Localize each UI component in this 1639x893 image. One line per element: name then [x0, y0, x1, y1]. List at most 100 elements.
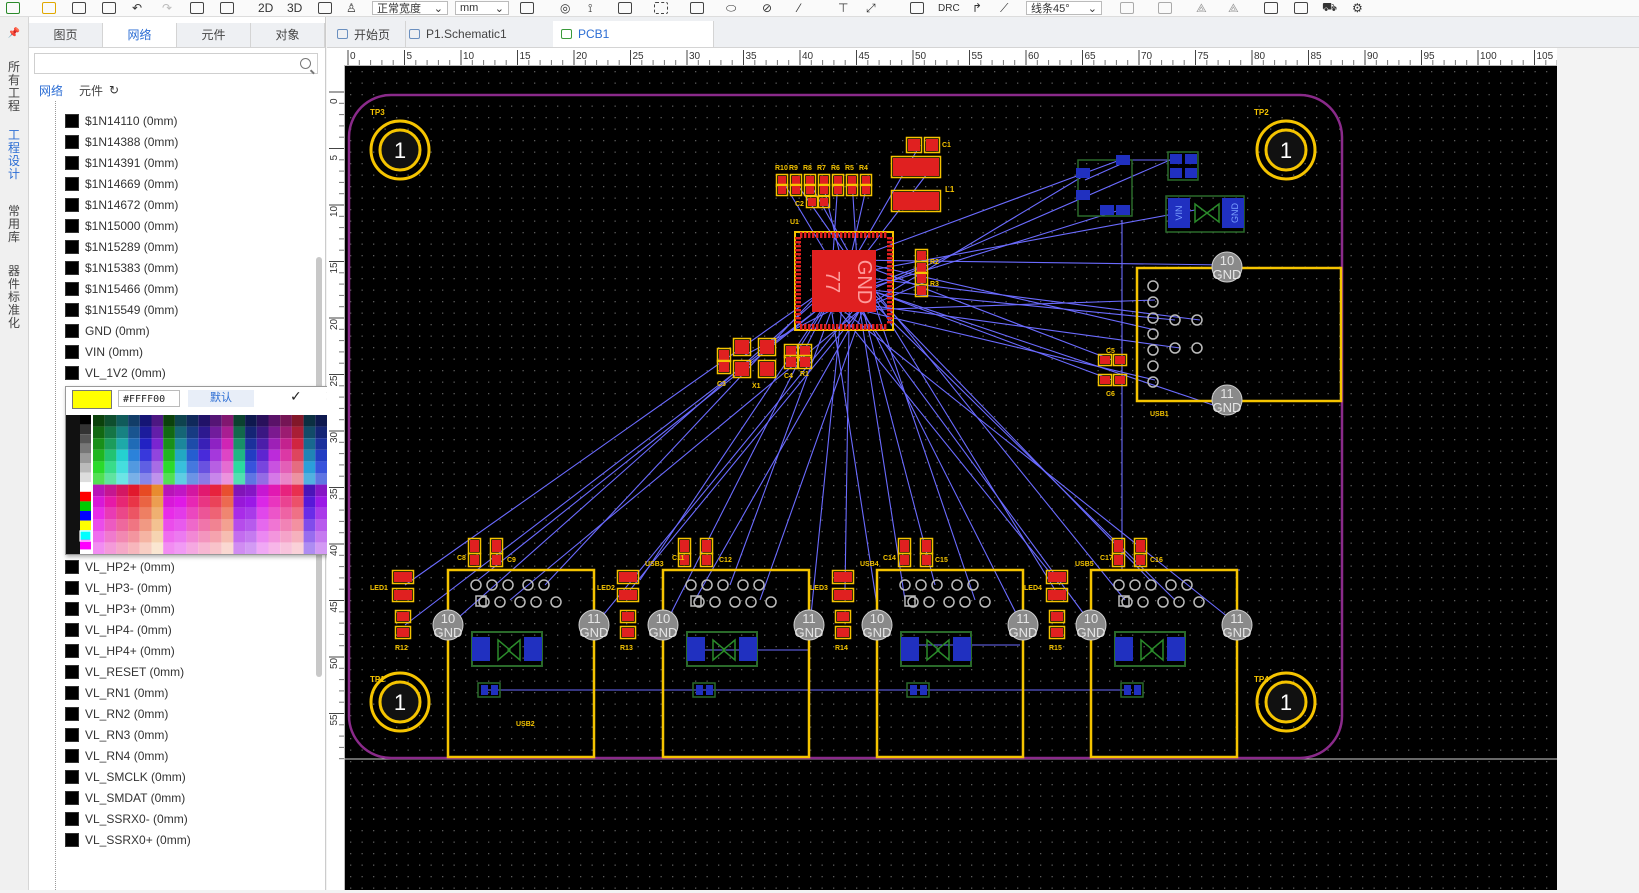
gnd-pad[interactable]: 11GND — [1211, 384, 1243, 416]
palette-swatch[interactable] — [163, 496, 175, 508]
palette-swatch[interactable] — [116, 531, 129, 543]
capacitor[interactable] — [1112, 353, 1128, 367]
palette-swatch[interactable] — [303, 496, 316, 508]
palette-swatch[interactable] — [291, 507, 304, 520]
subtab-components[interactable]: 元件 — [79, 82, 103, 99]
settings-gear-icon[interactable]: ⚙ — [1352, 0, 1363, 16]
palette-swatch[interactable] — [210, 438, 222, 450]
net-list-item[interactable]: $1N15549 (0mm) — [53, 299, 178, 320]
palette-swatch[interactable] — [163, 531, 175, 543]
palette-swatch[interactable] — [151, 461, 164, 473]
palette-swatch[interactable] — [128, 438, 140, 450]
palette-swatch[interactable] — [303, 461, 316, 473]
palette-swatch[interactable] — [233, 542, 246, 554]
palette-swatch[interactable] — [303, 473, 316, 485]
resistor[interactable] — [834, 609, 852, 624]
palette-swatch[interactable] — [186, 449, 199, 462]
measure-icon[interactable] — [220, 0, 234, 16]
palette-swatch[interactable] — [245, 473, 257, 485]
palette-swatch[interactable] — [116, 415, 129, 427]
palette-swatch[interactable] — [80, 463, 91, 473]
palette-swatch[interactable] — [233, 426, 246, 439]
led[interactable] — [391, 569, 415, 585]
mounting-hole[interactable]: 1 — [1255, 119, 1317, 181]
net-color-swatch[interactable] — [65, 832, 79, 847]
tab-schematic[interactable]: P1.Schematic1 — [401, 21, 558, 47]
palette-swatch[interactable] — [93, 473, 105, 485]
search-icon[interactable] — [300, 58, 311, 69]
palette-swatch[interactable] — [268, 415, 281, 427]
palette-swatch[interactable] — [291, 461, 304, 473]
palette-swatch[interactable] — [221, 531, 234, 543]
palette-swatch[interactable] — [221, 519, 234, 531]
palette-swatch[interactable] — [233, 461, 246, 473]
palette-swatch[interactable] — [303, 531, 316, 543]
palette-swatch[interactable] — [221, 473, 234, 485]
unit-select[interactable]: mm ⌄ — [455, 1, 509, 15]
palette-swatch[interactable] — [280, 461, 292, 473]
palette-swatch[interactable] — [303, 484, 316, 497]
palette-swatch[interactable] — [186, 426, 199, 439]
route-icon[interactable]: ⟟ — [588, 0, 592, 16]
capacitor[interactable] — [1133, 552, 1148, 568]
palette-swatch[interactable] — [315, 542, 327, 554]
subtab-nets[interactable]: 网络 — [39, 82, 63, 99]
palette-swatch[interactable] — [210, 449, 222, 462]
gnd-pad[interactable]: 10GND — [1075, 609, 1107, 641]
import-icon[interactable] — [910, 0, 924, 16]
palette-swatch[interactable] — [116, 426, 129, 439]
palette-swatch[interactable] — [116, 519, 129, 531]
palette-swatch[interactable] — [174, 426, 187, 439]
palette-swatch[interactable] — [186, 473, 199, 485]
ellipse-tool-icon[interactable]: ⬭ — [726, 0, 736, 16]
net-list-item[interactable]: VIN (0mm) — [53, 341, 143, 362]
app-menu-icon[interactable] — [6, 0, 20, 16]
net-color-swatch[interactable] — [65, 155, 79, 170]
net-color-swatch[interactable] — [65, 134, 79, 149]
resistor[interactable] — [831, 183, 845, 197]
palette-swatch[interactable] — [198, 542, 210, 554]
led[interactable] — [831, 587, 855, 603]
capacitor[interactable] — [1097, 353, 1113, 367]
palette-swatch[interactable] — [245, 461, 257, 473]
resistor[interactable] — [1048, 625, 1066, 640]
capacitor[interactable] — [905, 136, 923, 154]
net-list-item[interactable]: $1N14388 (0mm) — [53, 131, 178, 152]
capacitor[interactable] — [1111, 537, 1126, 555]
palette-swatch[interactable] — [303, 426, 316, 439]
capacitor[interactable] — [805, 195, 819, 209]
palette-swatch[interactable] — [280, 426, 292, 439]
palette-swatch[interactable] — [291, 484, 304, 497]
palette-swatch[interactable] — [80, 472, 91, 483]
resistor[interactable] — [914, 260, 929, 275]
net-list-item[interactable]: $1N14669 (0mm) — [53, 173, 178, 194]
palette-swatch[interactable] — [163, 542, 175, 554]
palette-swatch[interactable] — [151, 531, 164, 543]
default-color-button[interactable]: 默认 — [188, 390, 254, 407]
palette-swatch[interactable] — [186, 507, 199, 520]
palette-swatch[interactable] — [221, 415, 234, 427]
net-color-swatch[interactable] — [65, 685, 79, 700]
net-color-swatch[interactable] — [65, 706, 79, 721]
palette-swatch[interactable] — [268, 496, 281, 508]
net-list-item[interactable]: $1N15000 (0mm) — [53, 215, 178, 236]
palette-swatch[interactable] — [268, 449, 281, 462]
palette-swatch[interactable] — [221, 438, 234, 450]
palette-swatch[interactable] — [128, 496, 140, 508]
palette-swatch[interactable] — [256, 473, 269, 485]
camera-icon[interactable] — [1294, 0, 1308, 16]
palette-swatch[interactable] — [245, 426, 257, 439]
palette-swatch[interactable] — [139, 542, 152, 554]
palette-swatch[interactable] — [198, 531, 210, 543]
refresh-icon[interactable]: ↻ — [109, 83, 119, 97]
palette-swatch[interactable] — [80, 443, 91, 454]
redo-icon[interactable]: ↷ — [162, 0, 172, 16]
palette-swatch[interactable] — [163, 426, 175, 439]
palette-swatch[interactable] — [104, 484, 117, 497]
palette-swatch[interactable] — [80, 511, 91, 521]
check-icon[interactable]: ✓ — [290, 388, 302, 405]
palette-swatch[interactable] — [104, 531, 117, 543]
palette-swatch[interactable] — [315, 449, 327, 462]
net-color-swatch[interactable] — [65, 643, 79, 658]
pcb-canvas[interactable]: 1 1 1 1 10 GND 11 GND 10 GND 11 GND 10 GND 11 GND 10 GND 1… — [345, 66, 1557, 890]
